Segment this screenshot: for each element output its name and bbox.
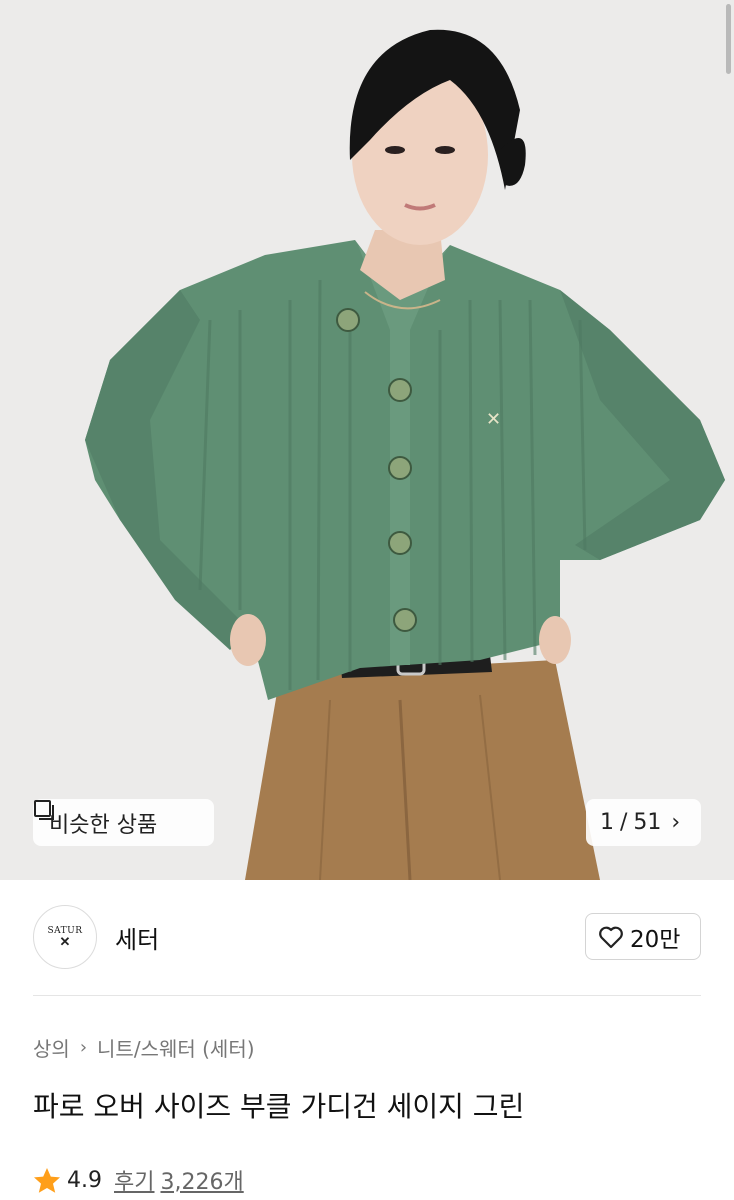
image-total: 51 [633, 810, 662, 835]
product-image-gallery[interactable]: ✕ 비슷한 상품 1 / 51 › [0, 0, 734, 880]
chevron-right-icon: › [79, 1037, 88, 1058]
similar-products-button[interactable]: 비슷한 상품 [33, 799, 214, 846]
image-counter-separator: / [620, 810, 628, 835]
image-index: 1 [600, 810, 614, 835]
review-count: 3,226개 [160, 1170, 244, 1195]
product-photo: ✕ [0, 0, 734, 880]
square-stack-icon [34, 800, 54, 820]
chevron-right-icon: › [671, 810, 681, 835]
review-link[interactable]: 후기 3,226개 [114, 1164, 244, 1196]
breadcrumb-item-subcategory[interactable]: 니트/스웨터 (세터) [97, 1033, 255, 1062]
brand-name[interactable]: 세터 [115, 920, 159, 955]
product-title: 파로 오버 사이즈 부클 가디건 세이지 그린 [33, 1090, 525, 1123]
scrollbar[interactable] [726, 4, 731, 74]
like-count: 20만 [630, 926, 681, 953]
rating-score: 4.9 [67, 1167, 102, 1193]
brand-logo-text: SATUR [47, 925, 83, 936]
divider [33, 995, 701, 996]
heart-icon [599, 926, 623, 948]
image-counter-button[interactable]: 1 / 51 › [586, 799, 701, 846]
star-icon [34, 1167, 60, 1193]
like-button[interactable]: 20만 [585, 913, 701, 960]
svg-text:✕: ✕ [486, 409, 501, 430]
breadcrumb-item-category[interactable]: 상의 [33, 1033, 70, 1062]
rating-summary: 4.9 후기 3,226개 [33, 1164, 244, 1196]
brand-logo[interactable]: SATUR ✕ [33, 905, 97, 969]
review-label: 후기 [114, 1170, 155, 1195]
brand-logo-mark: ✕ [59, 934, 71, 950]
breadcrumb: 상의 › 니트/스웨터 (세터) [33, 1033, 255, 1062]
similar-products-label: 비슷한 상품 [49, 812, 158, 838]
